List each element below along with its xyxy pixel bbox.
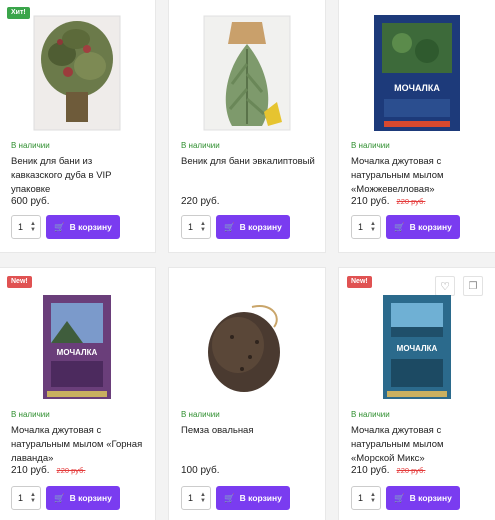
add-to-cart-button[interactable]: 🛒 В корзину (216, 486, 290, 510)
product-card: В наличии Пемза овальная 100 руб. 1 ▲ ▼ 🛒 В… (168, 267, 326, 520)
product-card: Хит! В наличии Веник для бани из кавказс… (0, 0, 156, 253)
eucalyptus-broom-image (203, 15, 291, 131)
price: 220 руб. (181, 196, 220, 207)
product-title[interactable]: Веник для бани из кавказского дуба в VIP… (11, 155, 145, 197)
cart-icon: 🛒 (224, 492, 235, 503)
product-image[interactable] (169, 288, 325, 406)
stepper-arrows-icon[interactable]: ▲ ▼ (200, 492, 206, 504)
oak-broom-image (33, 15, 121, 131)
juniper-sponge-image: МОЧАЛКА (374, 15, 460, 131)
pumice-stone-image (208, 305, 280, 392)
product-title[interactable]: Мочалка джутовая с натуральным мылом «Мо… (351, 155, 485, 197)
stepper-arrows-icon[interactable]: ▲ ▼ (30, 492, 36, 504)
add-to-cart-button[interactable]: 🛒 В корзину (386, 486, 460, 510)
old-price: 220 руб. (396, 466, 426, 475)
price: 210 руб. (11, 465, 50, 476)
old-price: 220 руб. (56, 466, 86, 475)
stepper-arrows-icon[interactable]: ▲ ▼ (200, 221, 206, 233)
product-image[interactable]: МОЧАЛКА (339, 288, 495, 406)
stock-status: В наличии (181, 141, 220, 150)
cart-icon: 🛒 (54, 492, 65, 503)
stock-status: В наличии (181, 410, 220, 419)
sea-mix-sponge-image: МОЧАЛКА (383, 295, 451, 399)
quantity-stepper[interactable]: 1 ▲ ▼ (11, 486, 41, 510)
product-image[interactable]: МОЧАЛКА (0, 288, 155, 406)
product-image[interactable]: МОЧАЛКА (339, 13, 495, 133)
add-to-cart-button[interactable]: 🛒 В корзину (386, 215, 460, 239)
product-card: New! МОЧАЛКА В наличии Мочалка джутовая … (0, 267, 156, 520)
stock-status: В наличии (351, 141, 390, 150)
quantity-stepper[interactable]: 1 ▲ ▼ (11, 215, 41, 239)
price: 210 руб. (351, 196, 390, 207)
cart-icon: 🛒 (394, 221, 405, 232)
product-card: В наличии Веник для бани эвкалиптовый 22… (168, 0, 326, 253)
product-card: МОЧАЛКА В наличии Мочалка джутовая с нат… (338, 0, 495, 253)
svg-text:МОЧАЛКА: МОЧАЛКА (397, 344, 438, 353)
product-title[interactable]: Мочалка джутовая с натуральным мылом «Го… (11, 424, 145, 466)
price: 100 руб. (181, 465, 220, 476)
cart-icon: 🛒 (224, 221, 235, 232)
add-to-cart-button[interactable]: 🛒 В корзину (46, 215, 120, 239)
svg-text:МОЧАЛКА: МОЧАЛКА (57, 348, 98, 357)
stepper-arrows-icon[interactable]: ▲ ▼ (370, 221, 376, 233)
quantity-stepper[interactable]: 1 ▲ ▼ (181, 215, 211, 239)
stock-status: В наличии (11, 141, 50, 150)
cart-icon: 🛒 (54, 221, 65, 232)
new-badge: New! (7, 276, 32, 288)
cart-icon: 🛒 (394, 492, 405, 503)
old-price: 220 руб. (396, 197, 426, 206)
price: 210 руб. (351, 465, 390, 476)
stepper-arrows-icon[interactable]: ▲ ▼ (370, 492, 376, 504)
stock-status: В наличии (11, 410, 50, 419)
quantity-stepper[interactable]: 1 ▲ ▼ (181, 486, 211, 510)
product-title[interactable]: Веник для бани эвкалиптовый (181, 155, 315, 169)
product-card: New! ♡ ❐ МОЧАЛКА В наличии Мочалка джуто… (338, 267, 495, 520)
quantity-stepper[interactable]: 1 ▲ ▼ (351, 215, 381, 239)
product-title[interactable]: Мочалка джутовая с натуральным мылом «Мо… (351, 424, 485, 466)
add-to-cart-button[interactable]: 🛒 В корзину (216, 215, 290, 239)
price: 600 руб. (11, 196, 50, 207)
quantity-stepper[interactable]: 1 ▲ ▼ (351, 486, 381, 510)
new-badge: New! (347, 276, 372, 288)
add-to-cart-button[interactable]: 🛒 В корзину (46, 486, 120, 510)
product-image[interactable] (169, 13, 325, 133)
lavender-sponge-image: МОЧАЛКА (43, 295, 111, 399)
product-image[interactable] (0, 13, 155, 133)
stepper-arrows-icon[interactable]: ▲ ▼ (30, 221, 36, 233)
product-title[interactable]: Пемза овальная (181, 424, 315, 438)
stock-status: В наличии (351, 410, 390, 419)
svg-text:МОЧАЛКА: МОЧАЛКА (394, 83, 440, 93)
